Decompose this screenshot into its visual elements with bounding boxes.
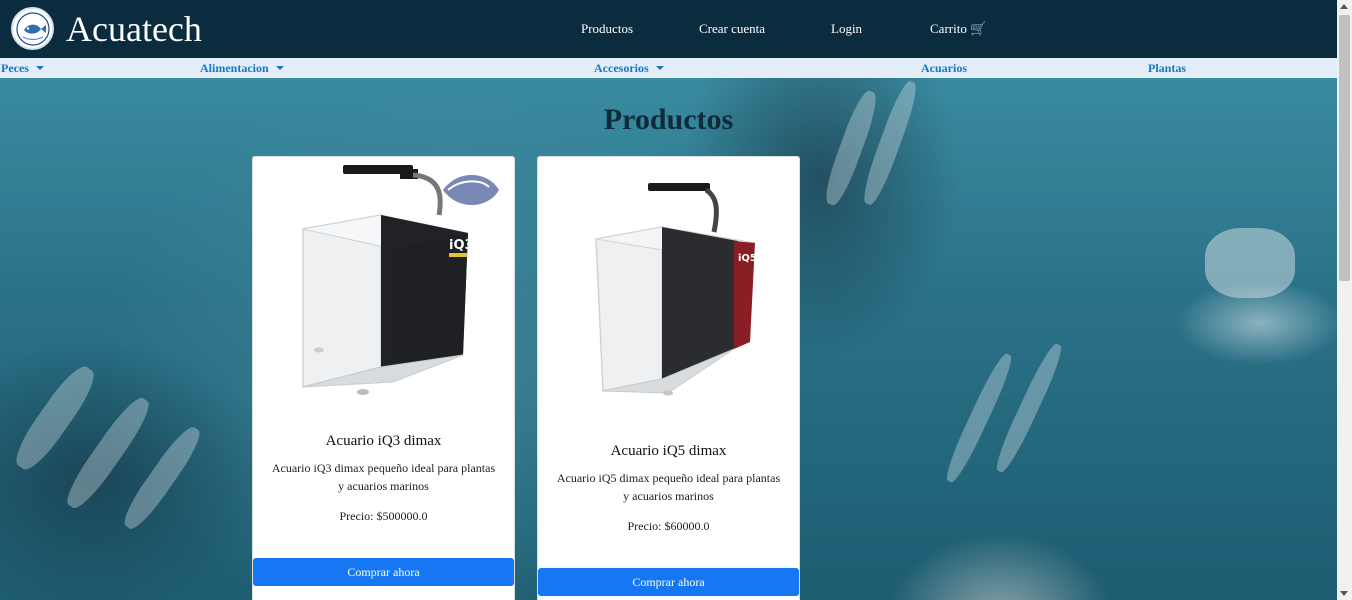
category-alimentacion[interactable]: Alimentacion — [200, 60, 284, 76]
acuatech-fish-logo-icon — [15, 11, 50, 46]
category-accesorios-label: Accesorios — [594, 61, 649, 75]
page-title: Productos — [603, 103, 734, 136]
product-image[interactable]: iQ5 — [538, 157, 799, 429]
product-price: Precio: $500000.0 — [339, 509, 428, 523]
nav-carrito[interactable]: Carrito 🛒 — [930, 21, 986, 37]
brand-name[interactable]: Acuatech — [66, 8, 202, 50]
nav-login[interactable]: Login — [831, 21, 862, 37]
tank-iq5-label: iQ5 — [738, 253, 757, 264]
category-acuarios-label: Acuarios — [921, 61, 967, 75]
category-nav: Peces Alimentacion Accesorios Acuarios P… — [0, 58, 1337, 78]
product-price: Precio: $60000.0 — [627, 519, 710, 533]
product-name: Acuario iQ3 dimax — [325, 433, 442, 449]
aquarium-iq5-image: iQ5 — [595, 183, 757, 396]
tank-iq3-label: iQ3 — [449, 238, 474, 253]
product-description: Acuario iQ3 dimax pequeño ideal para pla… — [271, 461, 496, 493]
product-description: Acuario iQ5 dimax pequeño ideal para pla… — [556, 471, 781, 503]
product-name: Acuario iQ5 dimax — [610, 443, 727, 459]
category-peces[interactable]: Peces — [1, 60, 44, 76]
scrollbar-thumb[interactable] — [1339, 15, 1350, 281]
product-image[interactable]: iQ3 — [253, 157, 514, 419]
category-peces-label: Peces — [1, 61, 29, 75]
scroll-down-arrow-icon[interactable] — [1340, 591, 1348, 596]
category-acuarios[interactable]: Acuarios — [921, 60, 967, 76]
caret-down-icon — [35, 66, 44, 71]
category-plantas-label: Plantas — [1148, 61, 1187, 75]
nav-crear-cuenta[interactable]: Crear cuenta — [699, 21, 765, 37]
nav-productos[interactable]: Productos — [581, 21, 633, 37]
buy-now-button[interactable]: Comprar ahora — [253, 558, 514, 586]
top-navbar: Acuatech Productos Crear cuenta Login Ca… — [0, 0, 1337, 58]
product-card: iQ3 Acuario iQ3 dimax Acuario iQ3 dimax … — [252, 156, 515, 600]
category-plantas[interactable]: Plantas — [1148, 60, 1186, 76]
page-scrollbar[interactable] — [1337, 0, 1352, 600]
buy-now-button[interactable]: Comprar ahora — [538, 568, 799, 596]
product-card: iQ5 Acuario iQ5 dimax Acuario iQ5 dimax … — [537, 156, 800, 600]
category-alimentacion-label: Alimentacion — [200, 61, 269, 75]
caret-down-icon — [275, 66, 284, 71]
aquarium-iq3-image: iQ3 — [302, 165, 499, 395]
caret-down-icon — [655, 66, 664, 71]
brand-logo[interactable] — [11, 7, 54, 50]
scroll-up-arrow-icon[interactable] — [1340, 4, 1348, 9]
category-accesorios[interactable]: Accesorios — [594, 60, 664, 76]
